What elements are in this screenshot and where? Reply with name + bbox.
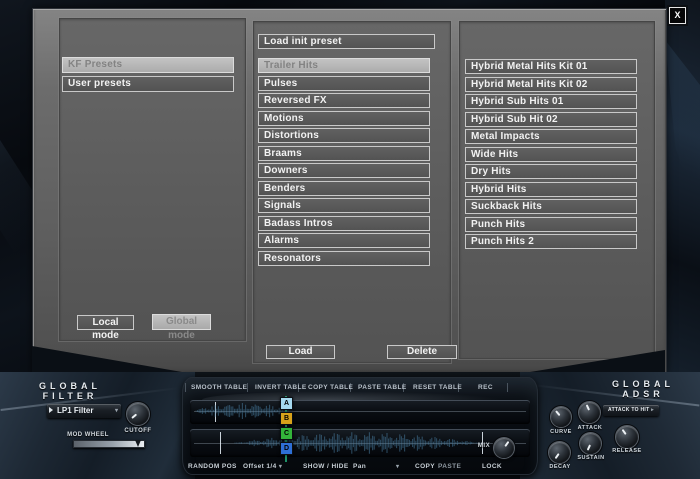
chevron-down-icon: ▾ (279, 464, 282, 470)
bank-item[interactable]: KF Presets (62, 57, 234, 73)
marker-a[interactable]: A (280, 397, 293, 410)
global-mode-button[interactable]: Global mode (152, 314, 211, 330)
global-adsr-title-line2: ADSR (610, 389, 676, 399)
lock-button[interactable]: LOCK (482, 463, 502, 470)
category-item[interactable]: Benders (258, 181, 430, 196)
offset-dropdown[interactable]: Offset 1/4 ▾ (243, 463, 282, 470)
category-item[interactable]: Resonators (258, 251, 430, 266)
copy-table-button[interactable]: COPY TABLE (308, 384, 353, 391)
pan-dropdown[interactable]: Pan (353, 463, 366, 470)
category-item[interactable]: Alarms (258, 233, 430, 248)
category-item[interactable]: Badass Intros (258, 216, 430, 231)
attack-to-hit-value: ATTACK TO HIT (608, 407, 649, 413)
delete-button[interactable]: Delete (387, 345, 457, 359)
show-hide-button[interactable]: SHOW / HIDE (303, 463, 349, 470)
global-adsr-title: GLOBAL ADSR (610, 379, 676, 399)
presets-panel: Hybrid Metal Hits Kit 01 Hybrid Metal Hi… (459, 21, 655, 359)
preset-item[interactable]: Suckback Hits (465, 199, 637, 214)
wavetable-display: SMOOTH TABLE INVERT TABLE COPY TABLE PAS… (182, 377, 538, 475)
curve-label: CURVE (546, 429, 576, 435)
hardware-panel: GLOBAL FILTER LP1 Filter ▾ CUTOFF MOD WH… (0, 372, 700, 479)
arrow-icon: ▸ (651, 407, 654, 413)
marker-b[interactable]: B (280, 412, 293, 425)
release-label: RELEASE (610, 448, 644, 454)
category-item[interactable]: Distortions (258, 128, 430, 143)
invert-table-button[interactable]: INVERT TABLE (255, 384, 307, 391)
category-item[interactable]: Trailer Hits (258, 58, 430, 73)
smooth-table-button[interactable]: SMOOTH TABLE (191, 384, 247, 391)
mix-label: MIX (474, 443, 494, 449)
cutoff-label: CUTOFF (120, 428, 156, 434)
global-filter-title: GLOBAL FILTER (30, 381, 110, 401)
chassis-top (0, 0, 700, 8)
marker-d[interactable]: D (280, 442, 293, 455)
waveform-upper (190, 400, 530, 424)
preset-browser-overlay: KF Presets User presets Local mode Globa… (32, 8, 667, 374)
reset-table-button[interactable]: RESET TABLE (413, 384, 462, 391)
decay-label: DECAY (545, 464, 575, 470)
global-filter-title-line2: FILTER (30, 391, 110, 401)
mod-wheel-label: MOD WHEEL (66, 432, 110, 438)
pan-value: Pan (353, 463, 366, 470)
global-filter-title-line1: GLOBAL (30, 381, 110, 391)
plugin-window: KF Presets User presets Local mode Globa… (0, 0, 700, 479)
marker-c[interactable]: C (280, 427, 293, 440)
bank-item[interactable]: User presets (62, 76, 234, 92)
random-pos-button[interactable]: RANDOM POS (188, 463, 237, 470)
preset-item[interactable]: Hybrid Hits (465, 182, 637, 197)
category-item[interactable]: Downers (258, 163, 430, 178)
load-button[interactable]: Load (266, 345, 335, 359)
category-item[interactable]: Motions (258, 111, 430, 126)
preset-item[interactable]: Dry Hits (465, 164, 637, 179)
category-item[interactable]: Signals (258, 198, 430, 213)
preset-item[interactable]: Metal Impacts (465, 129, 637, 144)
filter-type-dropdown[interactable]: LP1 Filter ▾ (47, 404, 121, 418)
sustain-label: SUSTAIN (574, 455, 608, 461)
close-button[interactable]: X (669, 7, 686, 24)
copy-button[interactable]: COPY (415, 463, 435, 470)
decay-knob[interactable] (549, 442, 570, 463)
attack-to-hit-dropdown[interactable]: ATTACK TO HIT ▸ (603, 405, 659, 416)
mix-knob[interactable] (494, 438, 514, 458)
preset-item[interactable]: Hybrid Sub Hit 02 (465, 112, 637, 127)
paste-table-button[interactable]: PASTE TABLE (358, 384, 407, 391)
preset-item[interactable]: Punch Hits 2 (465, 234, 637, 249)
preset-item[interactable]: Hybrid Metal Hits Kit 02 (465, 77, 637, 92)
transport-row: RANDOM POS Offset 1/4 ▾ SHOW / HIDE Pan … (182, 461, 538, 473)
filter-type-value: LP1 Filter (57, 406, 93, 415)
attack-knob[interactable] (579, 402, 600, 423)
sustain-knob[interactable] (580, 433, 601, 454)
preset-item[interactable]: Hybrid Metal Hits Kit 01 (465, 59, 637, 74)
local-mode-button[interactable]: Local mode (77, 315, 134, 330)
attack-label: ATTACK (574, 425, 606, 431)
preset-item[interactable]: Hybrid Sub Hits 01 (465, 94, 637, 109)
chevron-down-icon: ▾ (115, 404, 118, 418)
preset-item[interactable]: Wide Hits (465, 147, 637, 162)
paste-button[interactable]: PASTE (438, 463, 461, 470)
mod-wheel-slider[interactable] (73, 440, 145, 448)
cutoff-knob[interactable] (127, 403, 149, 425)
category-item[interactable]: Pulses (258, 76, 430, 91)
offset-value: Offset 1/4 (243, 463, 277, 470)
table-button-row: SMOOTH TABLE INVERT TABLE COPY TABLE PAS… (182, 384, 538, 396)
categories-panel: Load init preset Trailer Hits Pulses Rev… (253, 21, 451, 363)
chevron-down-icon: ▾ (396, 463, 399, 470)
filter-flag-icon (49, 407, 53, 413)
preset-item[interactable]: Punch Hits (465, 217, 637, 232)
load-init-preset-button[interactable]: Load init preset (258, 34, 435, 49)
rec-button[interactable]: REC (478, 384, 493, 391)
slider-pointer-icon (135, 440, 141, 447)
category-item[interactable]: Braams (258, 146, 430, 161)
category-item[interactable]: Reversed FX (258, 93, 430, 108)
curve-knob[interactable] (551, 407, 571, 427)
banks-panel: KF Presets User presets Local mode Globa… (59, 18, 246, 341)
release-knob[interactable] (616, 426, 638, 448)
global-adsr-title-line1: GLOBAL (610, 379, 676, 389)
waveform-strip-upper (190, 400, 530, 424)
